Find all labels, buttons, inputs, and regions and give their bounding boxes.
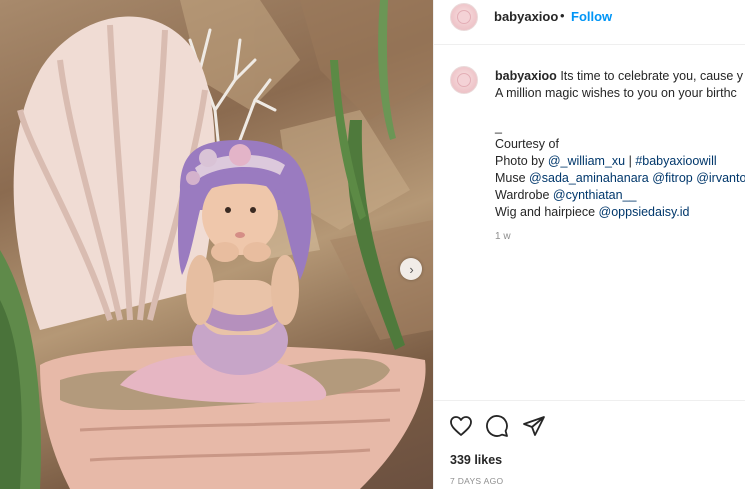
caption-line: Courtesy of (495, 137, 559, 151)
carousel-next-button[interactable]: › (400, 258, 422, 280)
mention-link[interactable]: @sada_aminahanara (529, 171, 649, 185)
caption-line: Its time to celebrate you, cause y (560, 69, 744, 83)
avatar-image (457, 10, 471, 24)
mention-link[interactable]: @_william_xu (548, 154, 625, 168)
post-actions: 339 likes 7 DAYS AGO (434, 400, 745, 490)
caption-timestamp[interactable]: 1 w (495, 231, 511, 242)
caption-username[interactable]: babyaxioo (495, 69, 557, 83)
caption-comment: babyaxioo Its time to celebrate you, cau… (434, 60, 745, 260)
photo-illustration (0, 0, 433, 489)
chevron-right-icon: › (409, 261, 414, 277)
caption-avatar[interactable] (450, 66, 478, 94)
post-photo[interactable]: › (0, 0, 433, 489)
mention-link[interactable]: @fitrop (652, 171, 692, 185)
caption-line: Wig and hairpiece (495, 205, 599, 219)
caption-line: _ (495, 120, 502, 134)
author-username[interactable]: babyaxioo (494, 9, 558, 24)
mention-link[interactable]: @cynthiatan__ (553, 188, 637, 202)
caption-line: Muse (495, 171, 530, 185)
avatar-image (457, 73, 471, 87)
comment-icon[interactable] (485, 414, 509, 438)
caption-line: A million magic wishes to you on your bi… (495, 86, 737, 100)
avatar[interactable] (450, 3, 478, 31)
post-date[interactable]: 7 DAYS AGO (450, 476, 503, 486)
mention-link[interactable]: @irvanto (696, 171, 745, 185)
post-side-panel: babyaxioo • Follow babyaxioo Its time to… (433, 0, 745, 489)
caption-line: Photo by (495, 154, 548, 168)
caption-separator: | (625, 154, 636, 168)
likes-count[interactable]: 339 likes (450, 453, 502, 467)
follow-button[interactable]: Follow (571, 9, 612, 24)
mention-link[interactable]: @oppsiedaisy.id (599, 205, 690, 219)
paper-plane-icon[interactable] (522, 414, 546, 438)
heart-icon[interactable] (449, 414, 473, 438)
caption-text: babyaxioo Its time to celebrate you, cau… (495, 68, 745, 221)
separator-dot: • (560, 8, 565, 23)
caption-line: Wardrobe (495, 188, 553, 202)
hashtag-link[interactable]: #babyaxioowill (635, 154, 716, 168)
post-header: babyaxioo • Follow (434, 0, 745, 45)
